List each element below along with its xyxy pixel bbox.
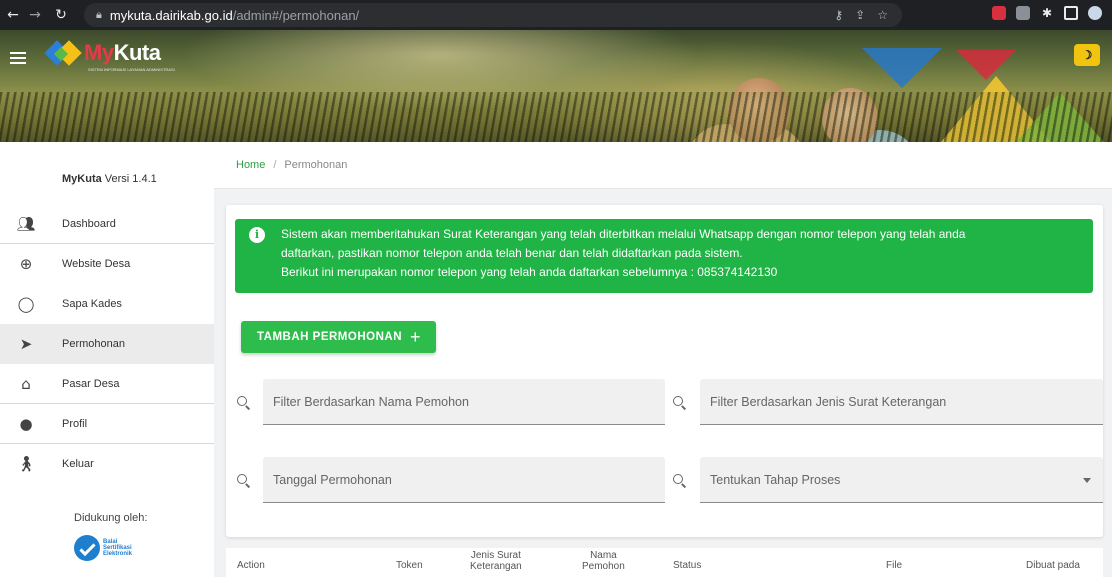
sidebar-item-label: Website Desa xyxy=(62,258,131,270)
breadcrumb-current: Permohonan xyxy=(284,159,348,171)
add-button-label: TAMBAH PERMOHONAN xyxy=(257,331,403,343)
account-circle-icon: ● xyxy=(19,414,33,433)
search-icon xyxy=(237,474,251,488)
logo-kuta-text: Kuta xyxy=(113,40,161,65)
filter-nama-pemohon-input[interactable]: Filter Berdasarkan Nama Pemohon xyxy=(263,379,665,425)
lock-icon: 🔒︎ xyxy=(96,8,102,21)
dark-mode-toggle[interactable]: ☽ xyxy=(1074,44,1100,66)
extension-red-icon[interactable] xyxy=(992,6,1006,20)
logo-tagline: SISTEM INFORMASI LAYANAN ADMINISTRASI xyxy=(88,67,175,72)
sidebar-item-profil[interactable]: ● Profil xyxy=(0,404,214,444)
sidebar-item-label: Dashboard xyxy=(62,217,116,230)
th-status[interactable]: Status xyxy=(673,560,701,571)
sidebar-item-label: Profil xyxy=(62,417,88,430)
sidebar-item-pasar-desa[interactable]: ⌂ Pasar Desa xyxy=(0,364,214,404)
alert-line: Berikut ini merupakan nomor telepon yang… xyxy=(281,265,778,279)
th-action[interactable]: Action xyxy=(237,560,265,571)
side-panel-icon[interactable] xyxy=(1064,6,1078,20)
hamburger-menu-icon[interactable] xyxy=(10,52,26,64)
extension-gray-icon[interactable] xyxy=(1016,6,1030,20)
sidebar-item-sapa-kades[interactable]: ◯ Sapa Kades xyxy=(0,284,214,324)
app-logo[interactable]: MyKuta SISTEM INFORMASI LAYANAN ADMINIST… xyxy=(44,38,175,72)
header-banner xyxy=(0,30,1112,142)
bookmark-star-icon[interactable]: ☆ xyxy=(877,8,888,22)
bsre-logo: Balai Sertifikasi Elektronik xyxy=(74,535,132,561)
url-path: /admin#/permohonan/ xyxy=(232,7,360,23)
tahap-proses-select[interactable]: Tentukan Tahap Proses xyxy=(700,457,1103,503)
sidebar-item-label: Keluar xyxy=(62,458,94,470)
add-permohonan-button[interactable]: TAMBAH PERMOHONAN + xyxy=(241,321,436,353)
breadcrumb-home-link[interactable]: Home xyxy=(236,159,265,171)
dropdown-caret-icon xyxy=(1083,478,1091,483)
sidebar-item-website-desa[interactable]: ⊕ Website Desa xyxy=(0,244,214,284)
info-alert: i Sistem akan memberitahukan Surat Keter… xyxy=(235,219,1093,293)
bsre-check-icon xyxy=(74,535,100,561)
table-header: Action Token Jenis Surat Keterangan Nama P… xyxy=(226,548,1103,577)
tahap-proses-placeholder: Tentukan Tahap Proses xyxy=(710,472,841,487)
tanggal-permohonan-input[interactable]: Tanggal Permohonan xyxy=(263,457,665,503)
forward-icon[interactable]: → xyxy=(24,7,46,23)
sidebar-item-label: Permohonan xyxy=(62,338,125,350)
sidebar-item-label: Sapa Kades xyxy=(62,298,122,310)
breadcrumb: Home / Permohonan xyxy=(214,142,1112,189)
plus-icon: + xyxy=(410,327,422,347)
th-token[interactable]: Token xyxy=(396,560,423,571)
globe-icon: ⊕ xyxy=(19,255,33,273)
address-bar[interactable]: 🔒︎ mykuta.dairikab.go.id/admin#/permohon… xyxy=(84,3,902,27)
share-icon[interactable]: ⇪ xyxy=(855,8,865,22)
url-domain: mykuta.dairikab.go.id xyxy=(109,7,233,23)
info-icon: i xyxy=(249,227,265,243)
sidebar-item-permohonan[interactable]: ➤ Permohonan xyxy=(0,324,214,364)
sidebar: MyKuta Versi 1.4.1 👥︎ Dashboard ⊕ Websit… xyxy=(0,142,214,577)
search-icon xyxy=(237,396,251,410)
walking-person-icon: 🚶︎ xyxy=(16,455,36,473)
alert-line: Sistem akan memberitahukan Surat Keteran… xyxy=(281,227,966,241)
send-icon: ➤ xyxy=(19,335,33,353)
logo-mark-icon xyxy=(44,38,84,68)
support-label: Didukung oleh: xyxy=(74,512,148,524)
users-icon: 👥︎ xyxy=(16,214,36,233)
breadcrumb-separator: / xyxy=(273,159,277,171)
extensions-puzzle-icon[interactable]: ✱ xyxy=(1040,6,1054,20)
profile-avatar-icon[interactable] xyxy=(1088,6,1102,20)
logo-my-text: My xyxy=(84,40,114,65)
th-dibuat-pada[interactable]: Dibuat pada xyxy=(1026,560,1080,571)
th-file[interactable]: File xyxy=(886,560,902,571)
sidebar-item-keluar[interactable]: 🚶︎ Keluar xyxy=(0,444,214,484)
chat-bubble-icon: ◯ xyxy=(17,295,35,313)
back-icon[interactable]: ← xyxy=(2,7,24,23)
sidebar-item-label: Pasar Desa xyxy=(62,377,120,390)
filter-jenis-surat-input[interactable]: Filter Berdasarkan Jenis Surat Keteranga… xyxy=(700,379,1103,425)
sidebar-item-dashboard[interactable]: 👥︎ Dashboard xyxy=(0,204,214,244)
search-icon xyxy=(673,396,687,410)
shopping-bag-icon: ⌂ xyxy=(21,374,31,393)
app-version: MyKuta Versi 1.4.1 xyxy=(62,173,157,185)
browser-toolbar: ← → ↻ 🔒︎ mykuta.dairikab.go.id/admin#/pe… xyxy=(0,0,1112,30)
th-nama-pemohon[interactable]: Nama Pemohon xyxy=(582,550,625,572)
search-icon xyxy=(673,474,687,488)
alert-line: daftarkan, pastikan nomor telepon anda t… xyxy=(281,246,743,260)
key-icon[interactable]: ⚷ xyxy=(834,8,843,22)
moon-icon: ☽ xyxy=(1081,48,1093,62)
th-jenis-surat[interactable]: Jenis Surat Keterangan xyxy=(470,550,522,572)
permohonan-card: i Sistem akan memberitahukan Surat Keter… xyxy=(226,205,1103,537)
reload-icon[interactable]: ↻ xyxy=(50,7,72,23)
